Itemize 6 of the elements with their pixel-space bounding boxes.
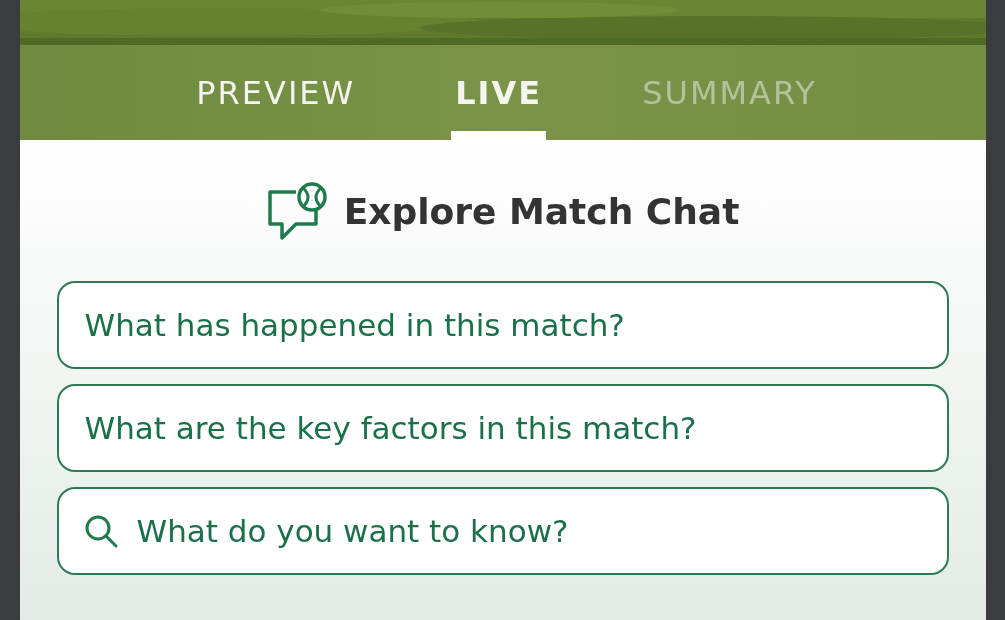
suggestion-button[interactable]: What are the key factors in this match? <box>56 384 949 472</box>
tab[interactable]: PREVIEW <box>192 45 360 140</box>
search-field[interactable]: What do you want to know? <box>56 487 949 575</box>
chat-ball-icon <box>265 180 330 242</box>
suggestion-button[interactable]: What has happened in this match? <box>56 281 949 369</box>
chat-title: Explore Match Chat <box>343 190 740 232</box>
